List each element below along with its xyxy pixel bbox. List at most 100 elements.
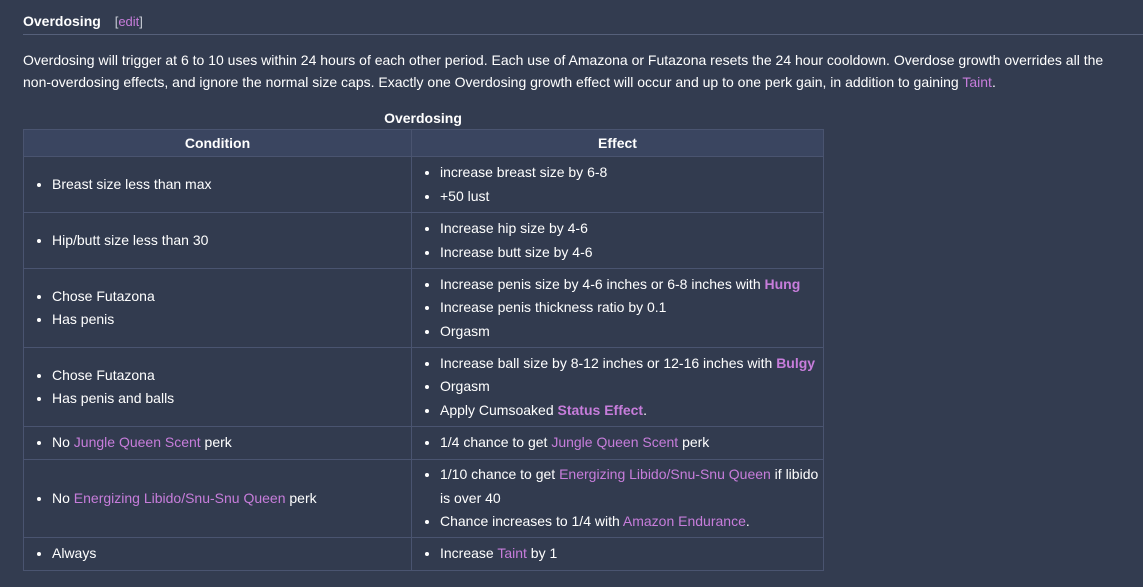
effect-cell: Increase ball size by 8-12 inches or 12-…: [411, 347, 824, 427]
effect-item: Orgasm: [440, 320, 823, 344]
table-row: Always Increase Taint by 1: [23, 537, 824, 571]
condition-cell: Always: [23, 537, 412, 571]
effect-list: 1/10 chance to get Energizing Libido/Snu…: [412, 463, 823, 534]
table-header-row: Condition Effect: [23, 129, 824, 157]
wiki-link[interactable]: Taint: [497, 545, 527, 561]
effect-text: 1/4 chance to get: [440, 434, 552, 451]
effect-cell: increase breast size by 6-8 +50 lust: [411, 156, 824, 213]
condition-cell: No Jungle Queen Scent perk: [23, 426, 412, 460]
condition-text: No: [52, 434, 74, 451]
effect-item: Increase penis size by 4-6 inches or 6-8…: [440, 273, 823, 297]
wiki-link[interactable]: Bulgy: [776, 355, 815, 371]
condition-cell: Chose Futazona Has penis: [23, 268, 412, 348]
effect-item: Increase ball size by 8-12 inches or 12-…: [440, 352, 823, 376]
overdosing-table: Condition Effect Breast size less than m…: [23, 129, 824, 571]
condition-text: Has penis and balls: [52, 390, 175, 406]
effect-list: Increase hip size by 4-6 Increase butt si…: [412, 217, 823, 264]
effect-item: +50 lust: [440, 185, 823, 209]
condition-text: No: [52, 489, 74, 506]
effect-text: Increase penis size by 4-6 inches or 6-8…: [440, 275, 765, 292]
effect-list: Increase ball size by 8-12 inches or 12-…: [412, 352, 823, 423]
overdosing-table-wrap: Overdosing Condition Effect Breast size …: [23, 108, 824, 571]
wiki-link[interactable]: Energizing Libido/Snu-Snu Queen: [74, 490, 286, 506]
condition-text: Chose Futazona: [52, 287, 155, 304]
edit-link[interactable]: edit: [118, 14, 139, 29]
condition-item: Breast size less than max: [52, 173, 411, 197]
effect-text: Increase: [440, 545, 498, 562]
condition-list: Breast size less than max: [24, 173, 411, 197]
condition-list: Chose Futazona Has penis: [24, 285, 411, 332]
effect-cell: Increase Taint by 1: [411, 537, 824, 571]
taint-link[interactable]: Taint: [962, 74, 992, 90]
effect-text: Chance increases to 1/4 with: [440, 513, 623, 530]
condition-item: Hip/butt size less than 30: [52, 229, 411, 253]
condition-list: Hip/butt size less than 30: [24, 229, 411, 253]
effect-item: 1/10 chance to get Energizing Libido/Snu…: [440, 463, 823, 510]
condition-item: No Energizing Libido/Snu-Snu Queen perk: [52, 487, 411, 511]
condition-cell: Hip/butt size less than 30: [23, 212, 412, 269]
effect-text: Orgasm: [440, 322, 490, 339]
edit-bracket-close: ]: [139, 14, 143, 29]
condition-item: Chose Futazona: [52, 285, 411, 309]
effect-text: Increase ball size by 8-12 inches or 12-…: [440, 354, 777, 371]
effect-text: .: [745, 513, 750, 530]
table-row: Hip/butt size less than 30 Increase hip s…: [23, 212, 824, 269]
condition-text: Chose Futazona: [52, 366, 155, 383]
effect-list: Increase Taint by 1: [412, 542, 823, 566]
effect-cell: Increase penis size by 4-6 inches or 6-8…: [411, 268, 824, 348]
effect-text: Increase butt size by 4-6: [440, 243, 593, 260]
effect-text: .: [643, 401, 647, 418]
condition-cell: Chose Futazona Has penis and balls: [23, 347, 412, 427]
condition-list: No Jungle Queen Scent perk: [24, 431, 411, 455]
wiki-link[interactable]: Energizing Libido/Snu-Snu Queen: [559, 466, 771, 482]
condition-text: Hip/butt size less than 30: [52, 231, 209, 248]
condition-text: perk: [200, 434, 232, 451]
page: Overdosing [edit] Overdosing will trigge…: [0, 0, 1143, 587]
condition-list: Chose Futazona Has penis and balls: [24, 364, 411, 411]
condition-item: No Jungle Queen Scent perk: [52, 431, 411, 455]
table-body: Breast size less than max increase breast…: [23, 156, 824, 571]
effect-list: increase breast size by 6-8 +50 lust: [412, 161, 823, 208]
condition-item: Always: [52, 542, 411, 566]
condition-cell: Breast size less than max: [23, 156, 412, 213]
condition-text: Breast size less than max: [52, 175, 212, 192]
wiki-link[interactable]: Jungle Queen Scent: [551, 434, 678, 450]
condition-item: Has penis and balls: [52, 387, 411, 411]
table-row: No Energizing Libido/Snu-Snu Queen perk 1…: [23, 459, 824, 538]
effect-text: increase breast size by 6-8: [440, 164, 608, 180]
effect-item: Apply Cumsoaked Status Effect.: [440, 399, 823, 423]
effect-item: Chance increases to 1/4 with Amazon Endu…: [440, 510, 823, 534]
intro-text: Overdosing will trigger at 6 to 10 uses …: [23, 52, 1104, 90]
effect-text: Apply Cumsoaked: [440, 401, 558, 418]
effect-item: increase breast size by 6-8: [440, 161, 823, 185]
effect-cell: 1/4 chance to get Jungle Queen Scent per…: [411, 426, 824, 460]
condition-text: Has penis: [52, 311, 115, 327]
intro-text-end: .: [991, 74, 996, 90]
wiki-link[interactable]: Status Effect: [558, 402, 644, 418]
effect-item: Orgasm: [440, 375, 823, 399]
condition-item: Has penis: [52, 308, 411, 332]
effect-item: Increase penis thickness ratio by 0.1: [440, 296, 823, 320]
effect-text: Orgasm: [440, 378, 490, 395]
wiki-link[interactable]: Hung: [765, 276, 801, 292]
effect-cell: Increase hip size by 4-6 Increase butt si…: [411, 212, 824, 269]
effect-item: Increase Taint by 1: [440, 542, 823, 566]
effect-text: +50 lust: [440, 187, 490, 204]
effect-text: Increase penis thickness ratio by 0.1: [440, 299, 667, 316]
effect-list: 1/4 chance to get Jungle Queen Scent per…: [412, 431, 823, 455]
condition-list: Always: [24, 542, 411, 566]
table-row: Chose Futazona Has penis and balls Increas…: [23, 347, 824, 427]
intro-paragraph: Overdosing will trigger at 6 to 10 uses …: [23, 49, 1118, 93]
effect-text: perk: [678, 434, 710, 451]
wiki-link[interactable]: Jungle Queen Scent: [74, 434, 201, 450]
effect-text: by 1: [526, 545, 558, 562]
table-row: No Jungle Queen Scent perk1/4 chance to …: [23, 426, 824, 460]
section-title: Overdosing: [23, 13, 101, 29]
wiki-link[interactable]: Amazon Endurance: [623, 513, 746, 529]
effect-text: Increase hip size by 4-6: [440, 220, 588, 236]
condition-item: Chose Futazona: [52, 364, 411, 388]
effect-cell: 1/10 chance to get Energizing Libido/Snu…: [411, 459, 824, 538]
condition-text: perk: [285, 489, 317, 506]
column-header-condition: Condition: [23, 129, 412, 157]
condition-text: Always: [52, 545, 97, 562]
